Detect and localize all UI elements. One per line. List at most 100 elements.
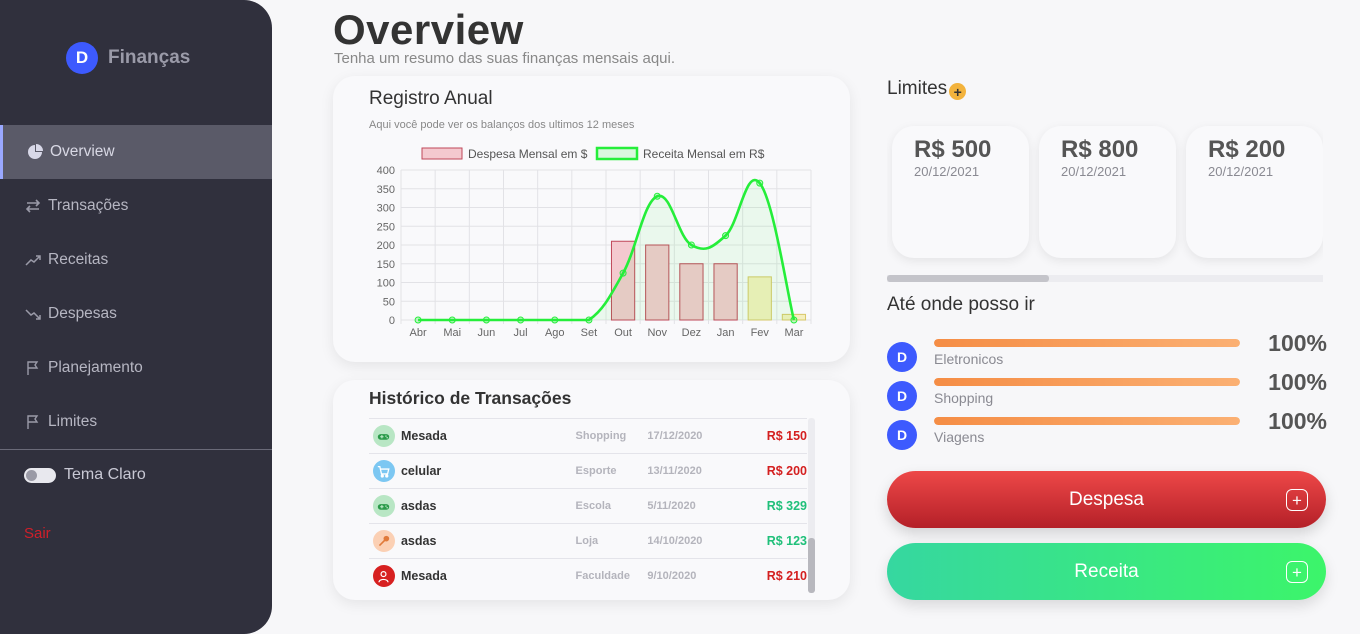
- x-tick-label: Jan: [717, 327, 735, 339]
- transaction-name: celular: [400, 464, 442, 478]
- user-icon: [373, 565, 395, 587]
- history-scrollbar[interactable]: [808, 418, 815, 593]
- progress-item: D Eletronicos 100%: [887, 330, 1327, 375]
- transaction-row[interactable]: asdas Loja 14/10/2020 R$ 123: [369, 523, 807, 558]
- category-avatar: D: [887, 342, 917, 372]
- annual-chart-subtitle: Aqui você pode ver os balanços dos ultim…: [369, 119, 635, 131]
- transaction-name: asdas: [400, 499, 437, 513]
- annual-chart-title: Registro Anual: [369, 88, 493, 109]
- limit-card[interactable]: R$ 500 20/12/2021: [892, 126, 1029, 258]
- limits-scroll-thumb[interactable]: [887, 275, 1049, 282]
- progress-item: D Viagens 100%: [887, 408, 1327, 453]
- y-tick-label: 350: [377, 184, 395, 196]
- progress-bar: [934, 339, 1240, 347]
- transaction-value: R$ 150: [766, 429, 807, 443]
- limits-title-text: Limites: [887, 77, 948, 99]
- transaction-list: Mesada Shopping 17/12/2020 R$ 150 celula…: [369, 418, 807, 593]
- limits-title: Limites +: [887, 77, 967, 100]
- transaction-value: R$ 210: [766, 569, 807, 583]
- progress-item: D Shopping 100%: [887, 369, 1327, 414]
- brand[interactable]: D Finanças: [66, 42, 190, 74]
- legend-label-despesa: Despesa Mensal em $: [468, 147, 588, 161]
- logout-link[interactable]: Sair: [24, 525, 51, 542]
- limit-date: 20/12/2021: [1061, 164, 1127, 179]
- transaction-row[interactable]: Mesada Shopping 17/12/2020 R$ 150: [369, 418, 807, 453]
- y-tick-label: 250: [377, 221, 395, 233]
- legend-swatch-receita: [595, 146, 639, 161]
- add-receita-button[interactable]: Receita +: [887, 543, 1326, 600]
- transaction-category: Shopping: [575, 430, 627, 442]
- transaction-date: 13/11/2020: [647, 465, 702, 477]
- add-despesa-button[interactable]: Despesa +: [887, 471, 1326, 528]
- history-scroll-thumb[interactable]: [808, 538, 815, 593]
- limits-scrollbar[interactable]: [887, 275, 1323, 282]
- y-tick-label: 0: [389, 315, 395, 327]
- limits-carousel[interactable]: R$ 500 20/12/2021 R$ 800 20/12/2021 R$ 2…: [887, 118, 1323, 276]
- plus-icon: +: [1286, 561, 1308, 583]
- y-tick-label: 200: [377, 240, 395, 252]
- progress-label: Eletronicos: [934, 351, 1004, 367]
- progress-title: Até onde posso ir: [887, 294, 1035, 315]
- transaction-date: 9/10/2020: [647, 570, 697, 582]
- transaction-value: R$ 200: [766, 464, 807, 478]
- progress-label: Viagens: [934, 429, 985, 445]
- limit-card[interactable]: R$ 200 20/12/2021: [1186, 126, 1323, 258]
- page-subtitle: Tenha um resumo das suas finanças mensai…: [334, 50, 676, 67]
- x-tick-label: Nov: [647, 327, 667, 339]
- swap-arrows-icon: [24, 197, 42, 215]
- y-tick-label: 300: [377, 203, 395, 215]
- transaction-row[interactable]: Mesada Faculdade 9/10/2020 R$ 210: [369, 558, 807, 593]
- line-point: [517, 316, 525, 324]
- sidebar-item-limites[interactable]: Limites: [0, 395, 272, 449]
- sidebar-item-label: Receitas: [48, 251, 109, 268]
- y-tick-label: 50: [383, 296, 395, 308]
- progress-label: Shopping: [934, 390, 994, 406]
- sidebar-divider: [0, 449, 272, 450]
- sidebar-item-overview[interactable]: Overview: [0, 125, 272, 179]
- flag-icon: [24, 359, 42, 377]
- annual-chart: 0 50 100 150 200 250 300 350 400 Abr Mai Jun Jul Ago S…: [377, 146, 812, 339]
- x-tick-label: Abr: [410, 327, 427, 339]
- sidebar: D Finanças Overview Transações Receitas: [0, 0, 272, 634]
- theme-toggle[interactable]: [24, 467, 56, 483]
- line-point: [722, 232, 730, 240]
- x-tick-label: Set: [581, 327, 598, 339]
- limit-value: R$ 800: [1061, 136, 1139, 163]
- limit-card[interactable]: R$ 800 20/12/2021: [1039, 126, 1176, 258]
- sidebar-item-label: Overview: [50, 143, 115, 160]
- theme-label: Tema Claro: [64, 466, 146, 483]
- transaction-name: Mesada: [400, 569, 447, 583]
- sidebar-item-receitas[interactable]: Receitas: [0, 233, 272, 287]
- progress-percent: 100%: [1268, 369, 1327, 395]
- sidebar-item-planejamento[interactable]: Planejamento: [0, 341, 272, 395]
- category-avatar: D: [887, 381, 917, 411]
- y-tick-label: 400: [377, 165, 395, 177]
- line-point: [619, 269, 627, 277]
- y-tick-label: 100: [377, 278, 395, 290]
- x-tick-label: Mar: [784, 327, 803, 339]
- trend-down-icon: [24, 305, 42, 323]
- theme-toggle-row[interactable]: Tema Claro: [24, 466, 146, 484]
- x-tick-label: Ago: [545, 327, 565, 339]
- sidebar-item-transacoes[interactable]: Transações: [0, 179, 272, 233]
- sidebar-item-despesas[interactable]: Despesas: [0, 287, 272, 341]
- transaction-row[interactable]: asdas Escola 5/11/2020 R$ 329: [369, 488, 807, 523]
- legend-swatch-despesa: [421, 147, 463, 160]
- line-point: [448, 316, 456, 324]
- sidebar-nav: Overview Transações Receitas Despesas Pl…: [0, 125, 272, 449]
- x-tick-label: Dez: [682, 327, 702, 339]
- sidebar-item-label: Planejamento: [48, 359, 143, 376]
- receita-button-label: Receita: [1074, 560, 1139, 582]
- x-tick-label: Jun: [478, 327, 496, 339]
- trend-up-icon: [24, 251, 42, 269]
- tools-icon: [373, 530, 395, 552]
- transaction-date: 17/12/2020: [647, 430, 703, 442]
- progress-fill: [934, 417, 1240, 425]
- add-limit-button[interactable]: +: [949, 83, 967, 100]
- transaction-name: Mesada: [400, 429, 447, 443]
- limit-date: 20/12/2021: [1208, 164, 1274, 179]
- line-point: [653, 192, 661, 200]
- progress-bar: [934, 378, 1240, 386]
- flag-icon: [24, 413, 42, 431]
- transaction-row[interactable]: celular Esporte 13/11/2020 R$ 200: [369, 453, 807, 488]
